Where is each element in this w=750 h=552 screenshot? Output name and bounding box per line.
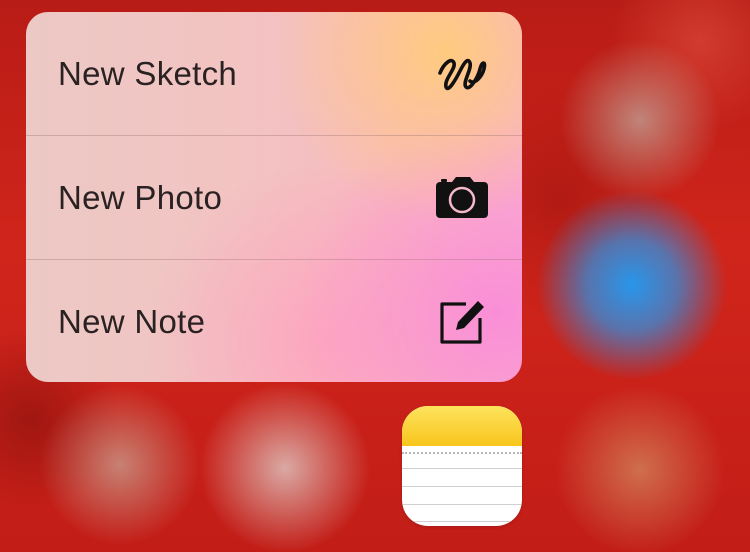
notes-icon-rule <box>402 486 522 487</box>
home-screen: New Sketch New Photo New Note <box>0 0 750 552</box>
scribble-icon <box>434 46 490 102</box>
compose-icon <box>434 294 490 350</box>
notes-icon-rule <box>402 468 522 469</box>
notes-icon-rule <box>402 521 522 522</box>
notes-icon-header <box>402 406 522 446</box>
notes-app-icon[interactable] <box>402 406 522 526</box>
camera-icon <box>434 170 490 226</box>
quick-action-new-sketch[interactable]: New Sketch <box>26 12 522 135</box>
quick-action-label: New Sketch <box>58 54 238 92</box>
quick-action-new-photo[interactable]: New Photo <box>26 136 522 259</box>
notes-icon-rule <box>402 504 522 505</box>
quick-action-label: New Photo <box>58 178 223 216</box>
quick-actions-menu: New Sketch New Photo New Note <box>26 12 522 382</box>
quick-action-label: New Note <box>58 302 206 340</box>
quick-action-new-note[interactable]: New Note <box>26 260 522 382</box>
notes-icon-dotted-line <box>402 452 522 454</box>
